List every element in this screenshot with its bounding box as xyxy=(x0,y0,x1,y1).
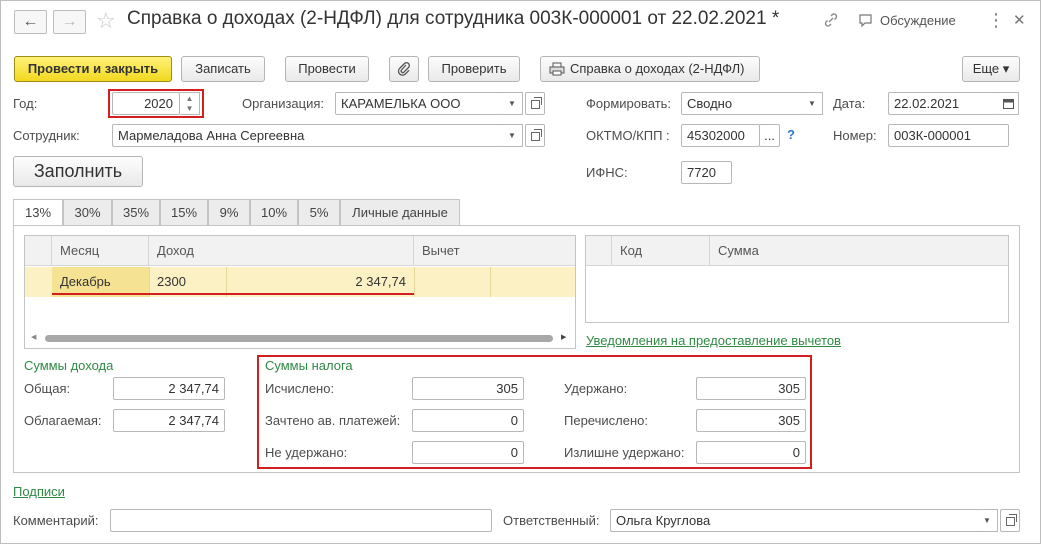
tax-not-withheld-field[interactable]: 0 xyxy=(412,441,524,464)
tax-offset-label: Зачтено ав. платежей: xyxy=(265,413,401,428)
discussion-icon[interactable] xyxy=(858,13,874,32)
tab-30[interactable]: 30% xyxy=(63,199,112,225)
scroll-right-icon[interactable]: ▶ xyxy=(561,333,566,341)
number-label: Номер: xyxy=(833,128,877,143)
employee-open-icon[interactable] xyxy=(525,124,545,147)
date-field[interactable]: 22.02.2021 xyxy=(888,92,999,115)
employee-dropdown-icon[interactable]: ▼ xyxy=(502,124,523,147)
taxable-income-field[interactable]: 2 347,74 xyxy=(113,409,225,432)
taxable-income-label: Облагаемая: xyxy=(24,413,102,428)
tab-10[interactable]: 10% xyxy=(250,199,298,225)
save-button[interactable]: Записать xyxy=(181,56,265,82)
tax-calculated-field[interactable]: 305 xyxy=(412,377,524,400)
paperclip-icon xyxy=(397,62,410,76)
tax-overwithheld-field[interactable]: 0 xyxy=(696,441,806,464)
forward-arrow-icon: → xyxy=(61,13,78,30)
link-icon[interactable] xyxy=(823,12,839,32)
oktmo-select-button[interactable]: ... xyxy=(759,124,780,147)
tax-withheld-field[interactable]: 305 xyxy=(696,377,806,400)
calendar-icon[interactable] xyxy=(998,92,1019,115)
date-label: Дата: xyxy=(833,96,866,111)
table-header-corner xyxy=(586,236,612,266)
tab-15[interactable]: 15% xyxy=(160,199,208,225)
tax-offset-field[interactable]: 0 xyxy=(412,409,524,432)
responsible-dropdown-icon[interactable]: ▼ xyxy=(977,509,998,532)
scroll-left-icon[interactable]: ◀ xyxy=(31,333,36,341)
ifns-label: ИФНС: xyxy=(586,165,628,180)
comment-field[interactable] xyxy=(110,509,492,532)
print-report-label: Справка о доходах (2-НДФЛ) xyxy=(570,61,745,76)
row-underline-highlight xyxy=(52,293,414,295)
organization-open-icon[interactable] xyxy=(525,92,545,115)
discussion-button[interactable]: Обсуждение xyxy=(880,13,956,28)
form-mode-label: Формировать: xyxy=(586,96,672,111)
tax-withheld-label: Удержано: xyxy=(564,381,628,396)
tab-9[interactable]: 9% xyxy=(208,199,250,225)
responsible-open-icon[interactable] xyxy=(1000,509,1020,532)
column-header-month[interactable]: Месяц xyxy=(52,236,149,266)
post-and-close-button[interactable]: Провести и закрыть xyxy=(14,56,172,82)
signatures-link[interactable]: Подписи xyxy=(13,484,65,499)
column-header-code[interactable]: Код xyxy=(612,236,710,266)
tax-calculated-label: Исчислено: xyxy=(265,381,335,396)
income-table: Месяц Доход Вычет Декабрь 2300 2 347,74 … xyxy=(24,235,576,349)
tab-personal-data[interactable]: Личные данные xyxy=(340,199,460,225)
forward-button[interactable]: → xyxy=(53,10,86,34)
oktmo-field[interactable]: 45302000 xyxy=(681,124,760,147)
favorite-star-icon[interactable]: ☆ xyxy=(96,8,116,34)
table-header-corner xyxy=(25,236,52,266)
responsible-label: Ответственный: xyxy=(503,513,600,528)
year-label: Год: xyxy=(13,96,38,111)
fill-button[interactable]: Заполнить xyxy=(13,156,143,187)
tax-transferred-label: Перечислено: xyxy=(564,413,648,428)
ifns-field[interactable]: 7720 xyxy=(681,161,732,184)
tax-sums-title: Суммы налога xyxy=(265,358,353,373)
number-field[interactable]: 003К-000001 xyxy=(888,124,1009,147)
cell-deduction[interactable] xyxy=(415,267,431,297)
more-actions-button[interactable]: Еще ▾ xyxy=(962,56,1020,82)
attach-button[interactable] xyxy=(389,56,419,82)
organization-dropdown-icon[interactable]: ▼ xyxy=(502,92,523,115)
print-report-button[interactable]: Справка о доходах (2-НДФЛ) xyxy=(540,56,760,82)
tax-transferred-field[interactable]: 305 xyxy=(696,409,806,432)
close-icon[interactable]: ✕ xyxy=(1013,11,1026,29)
responsible-field[interactable]: Ольга Круглова xyxy=(610,509,978,532)
column-header-income[interactable]: Доход xyxy=(149,236,414,266)
form-mode-field[interactable]: Сводно xyxy=(681,92,803,115)
year-highlight xyxy=(108,89,204,118)
more-icon[interactable]: ⋮ xyxy=(987,10,1005,31)
post-button[interactable]: Провести xyxy=(285,56,369,82)
check-button[interactable]: Проверить xyxy=(428,56,520,82)
back-button[interactable]: ← xyxy=(14,10,47,34)
tab-35[interactable]: 35% xyxy=(112,199,160,225)
comment-label: Комментарий: xyxy=(13,513,99,528)
total-income-field[interactable]: 2 347,74 xyxy=(113,377,225,400)
employee-field[interactable]: Мармеладова Анна Сергеевна xyxy=(112,124,503,147)
column-header-sum[interactable]: Сумма xyxy=(710,236,1008,266)
form-mode-dropdown-icon[interactable]: ▼ xyxy=(802,92,823,115)
oktmo-label: ОКТМО/КПП : xyxy=(586,128,670,143)
tab-5[interactable]: 5% xyxy=(298,199,340,225)
organization-field[interactable]: КАРАМЕЛЬКА ООО xyxy=(335,92,503,115)
employee-label: Сотрудник: xyxy=(13,128,80,143)
horizontal-scrollbar[interactable] xyxy=(45,335,553,342)
page-title: Справка о доходах (2-НДФЛ) для сотрудник… xyxy=(127,8,780,29)
notifications-link[interactable]: Уведомления на предоставление вычетов xyxy=(586,333,841,348)
income-sums-title: Суммы дохода xyxy=(24,358,114,373)
total-income-label: Общая: xyxy=(24,381,71,396)
help-icon[interactable]: ? xyxy=(787,127,795,142)
organization-label: Организация: xyxy=(242,96,325,111)
tax-not-withheld-label: Не удержано: xyxy=(265,445,348,460)
tab-13[interactable]: 13% xyxy=(13,199,63,226)
column-header-deduction[interactable]: Вычет xyxy=(414,236,575,266)
back-arrow-icon: ← xyxy=(22,13,39,30)
printer-icon xyxy=(549,62,565,76)
deduction-table: Код Сумма xyxy=(585,235,1009,323)
cell-divider xyxy=(490,267,491,297)
tax-overwithheld-label: Излишне удержано: xyxy=(564,445,685,460)
